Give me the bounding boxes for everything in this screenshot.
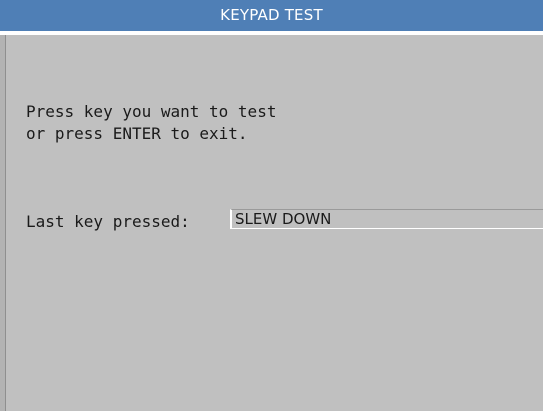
left-border xyxy=(0,35,6,411)
keypad-test-screen: KEYPAD TEST Press key you want to test o… xyxy=(0,0,543,411)
instructions-text: Press key you want to test or press ENTE… xyxy=(26,101,276,145)
instruction-line-1: Press key you want to test xyxy=(26,102,277,121)
last-key-label: Last key pressed: xyxy=(26,212,190,231)
page-title: KEYPAD TEST xyxy=(220,6,323,24)
last-key-field: SLEW DOWN xyxy=(230,209,543,229)
title-bar: KEYPAD TEST xyxy=(0,0,543,31)
instruction-line-2: or press ENTER to exit. xyxy=(26,124,248,143)
